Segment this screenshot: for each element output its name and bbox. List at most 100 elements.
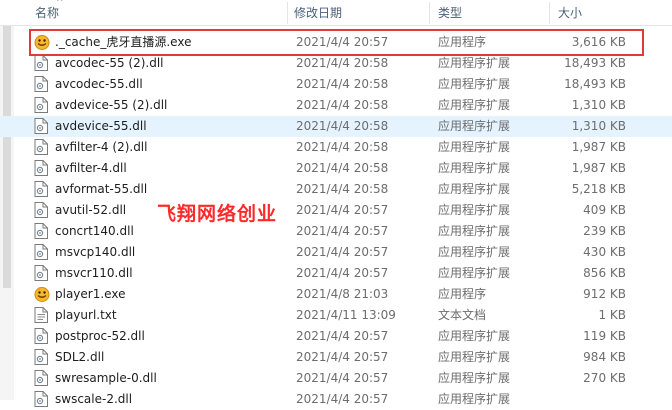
dll-file-icon bbox=[34, 265, 50, 282]
dll-file-icon bbox=[34, 181, 50, 198]
file-row[interactable]: swresample-0.dll 2021/4/4 20:57 应用程序扩展 270 … bbox=[0, 368, 672, 389]
column-header-date-label: 修改日期 bbox=[294, 6, 343, 20]
file-row[interactable]: avfilter-4 (2).dll 2021/4/4 20:58 应用程序扩展 1,… bbox=[0, 137, 672, 158]
file-type: 应用程序 bbox=[438, 287, 487, 301]
file-modified-date: 2021/4/4 20:57 bbox=[296, 329, 389, 343]
file-type: 文本文档 bbox=[438, 308, 487, 322]
column-header-size[interactable]: 大小 bbox=[550, 0, 672, 25]
file-modified-date: 2021/4/4 20:57 bbox=[296, 266, 389, 280]
file-name: swresample-0.dll bbox=[55, 371, 157, 385]
dll-file-icon bbox=[34, 160, 50, 177]
app-icon bbox=[34, 34, 50, 51]
file-size: 1 KB bbox=[598, 308, 626, 322]
text-file-icon bbox=[34, 307, 50, 324]
file-name: avcodec-55 (2).dll bbox=[55, 56, 164, 70]
file-row[interactable]: avdevice-55.dll 2021/4/4 20:58 应用程序扩展 1,310… bbox=[0, 116, 672, 137]
file-modified-date: 2021/4/4 20:58 bbox=[296, 98, 389, 112]
file-row[interactable]: player1.exe 2021/4/8 21:03 应用程序 912 KB bbox=[0, 284, 672, 305]
dll-file-icon bbox=[34, 139, 50, 156]
file-modified-date: 2021/4/4 20:58 bbox=[296, 77, 389, 91]
file-size: 18,493 KB bbox=[564, 77, 626, 91]
watermark-text: 飞翔网络创业 bbox=[157, 203, 278, 225]
file-name: avdevice-55 (2).dll bbox=[55, 98, 168, 112]
file-type: 应用程序扩展 bbox=[438, 371, 511, 385]
dll-file-icon bbox=[34, 76, 50, 93]
file-size: 270 KB bbox=[583, 371, 626, 385]
file-modified-date: 2021/4/11 13:09 bbox=[296, 308, 396, 322]
file-type: 应用程序扩展 bbox=[438, 203, 511, 217]
file-name: playurl.txt bbox=[55, 308, 117, 322]
dll-file-icon bbox=[34, 328, 50, 345]
file-row[interactable]: ._cache_虎牙直播源.exe 2021/4/4 20:57 应用程序 3,616… bbox=[0, 32, 672, 53]
file-modified-date: 2021/4/4 20:57 bbox=[296, 350, 389, 364]
file-modified-date: 2021/4/4 20:58 bbox=[296, 161, 389, 175]
dll-file-icon bbox=[34, 202, 50, 219]
file-size: 1,987 KB bbox=[571, 140, 626, 154]
dll-file-icon bbox=[34, 244, 50, 261]
file-type: 应用程序扩展 bbox=[438, 98, 511, 112]
file-row[interactable]: msvcr110.dll 2021/4/4 20:57 应用程序扩展 856 KB bbox=[0, 263, 672, 284]
file-modified-date: 2021/4/4 20:57 bbox=[296, 224, 389, 238]
file-size: 3,616 KB bbox=[571, 35, 626, 49]
file-size: 5,218 KB bbox=[571, 182, 626, 196]
dll-file-icon bbox=[34, 223, 50, 240]
file-row[interactable]: avfilter-4.dll 2021/4/4 20:58 应用程序扩展 1,987 … bbox=[0, 158, 672, 179]
file-name: msvcr110.dll bbox=[55, 266, 133, 280]
column-header-type-label: 类型 bbox=[438, 6, 463, 20]
file-modified-date: 2021/4/4 20:57 bbox=[296, 371, 389, 385]
file-row[interactable]: concrt140.dll 2021/4/4 20:57 应用程序扩展 239 KB bbox=[0, 221, 672, 242]
dll-file-icon bbox=[34, 349, 50, 366]
file-type: 应用程序扩展 bbox=[438, 245, 511, 259]
dll-file-icon bbox=[34, 97, 50, 114]
file-row[interactable]: playurl.txt 2021/4/11 13:09 文本文档 1 KB bbox=[0, 305, 672, 326]
dll-file-icon bbox=[34, 118, 50, 135]
file-type: 应用程序扩展 bbox=[438, 224, 511, 238]
file-size: 912 KB bbox=[583, 287, 626, 301]
app-icon bbox=[34, 286, 50, 303]
file-name: avdevice-55.dll bbox=[55, 119, 147, 133]
file-row[interactable]: SDL2.dll 2021/4/4 20:57 应用程序扩展 984 KB bbox=[0, 347, 672, 368]
file-size: 1,987 KB bbox=[571, 161, 626, 175]
file-row[interactable]: postproc-52.dll 2021/4/4 20:57 应用程序扩展 119 K… bbox=[0, 326, 672, 347]
file-row[interactable]: avcodec-55 (2).dll 2021/4/4 20:58 应用程序扩展 18… bbox=[0, 53, 672, 74]
file-modified-date: 2021/4/4 20:58 bbox=[296, 140, 389, 154]
file-name: SDL2.dll bbox=[55, 350, 105, 364]
file-size: 409 KB bbox=[583, 203, 626, 217]
column-header-type[interactable]: 类型 bbox=[430, 0, 550, 25]
file-name: avcodec-55.dll bbox=[55, 77, 143, 91]
file-row[interactable]: avdevice-55 (2).dll 2021/4/4 20:58 应用程序扩展 1… bbox=[0, 95, 672, 116]
column-header-name[interactable]: ^ 名称 bbox=[0, 0, 288, 25]
file-type: 应用程序扩展 bbox=[438, 182, 511, 196]
file-modified-date: 2021/4/4 20:57 bbox=[296, 35, 389, 49]
file-type: 应用程序扩展 bbox=[438, 161, 511, 175]
file-name: ._cache_虎牙直播源.exe bbox=[55, 35, 192, 49]
file-modified-date: 2021/4/8 21:03 bbox=[296, 287, 389, 301]
file-size: 119 KB bbox=[583, 329, 626, 343]
file-name: avfilter-4 (2).dll bbox=[55, 140, 148, 154]
file-row[interactable]: avformat-55.dll 2021/4/4 20:58 应用程序扩展 5,218… bbox=[0, 179, 672, 200]
column-header-date[interactable]: 修改日期 bbox=[288, 0, 430, 25]
file-size: 856 KB bbox=[583, 266, 626, 280]
file-name: avfilter-4.dll bbox=[55, 161, 127, 175]
file-modified-date: 2021/4/4 20:58 bbox=[296, 182, 389, 196]
file-modified-date: 2021/4/4 20:57 bbox=[296, 245, 389, 259]
file-name: avformat-55.dll bbox=[55, 182, 148, 196]
file-type: 应用程序扩展 bbox=[438, 119, 511, 133]
file-name: player1.exe bbox=[55, 287, 126, 301]
file-size: 239 KB bbox=[583, 224, 626, 238]
file-row[interactable]: msvcp140.dll 2021/4/4 20:57 应用程序扩展 430 KB bbox=[0, 242, 672, 263]
file-type: 应用程序扩展 bbox=[438, 77, 511, 91]
file-size: 984 KB bbox=[583, 350, 626, 364]
file-row[interactable]: avutil-52.dll 2021/4/4 20:57 应用程序扩展 409 KB bbox=[0, 200, 672, 221]
file-size: 1,310 KB bbox=[571, 98, 626, 112]
file-type: 应用程序扩展 bbox=[438, 140, 511, 154]
column-header-name-label: 名称 bbox=[35, 6, 60, 20]
file-row[interactable]: avcodec-55.dll 2021/4/4 20:58 应用程序扩展 18,493… bbox=[0, 74, 672, 95]
file-name: msvcp140.dll bbox=[55, 245, 136, 259]
file-name: postproc-52.dll bbox=[55, 329, 145, 343]
file-size: 430 KB bbox=[583, 245, 626, 259]
file-modified-date: 2021/4/4 20:57 bbox=[296, 203, 389, 217]
column-header-size-label: 大小 bbox=[558, 6, 583, 20]
file-type: 应用程序 bbox=[438, 35, 487, 49]
column-header-bar: ^ 名称 修改日期 类型 大小 bbox=[0, 0, 672, 26]
